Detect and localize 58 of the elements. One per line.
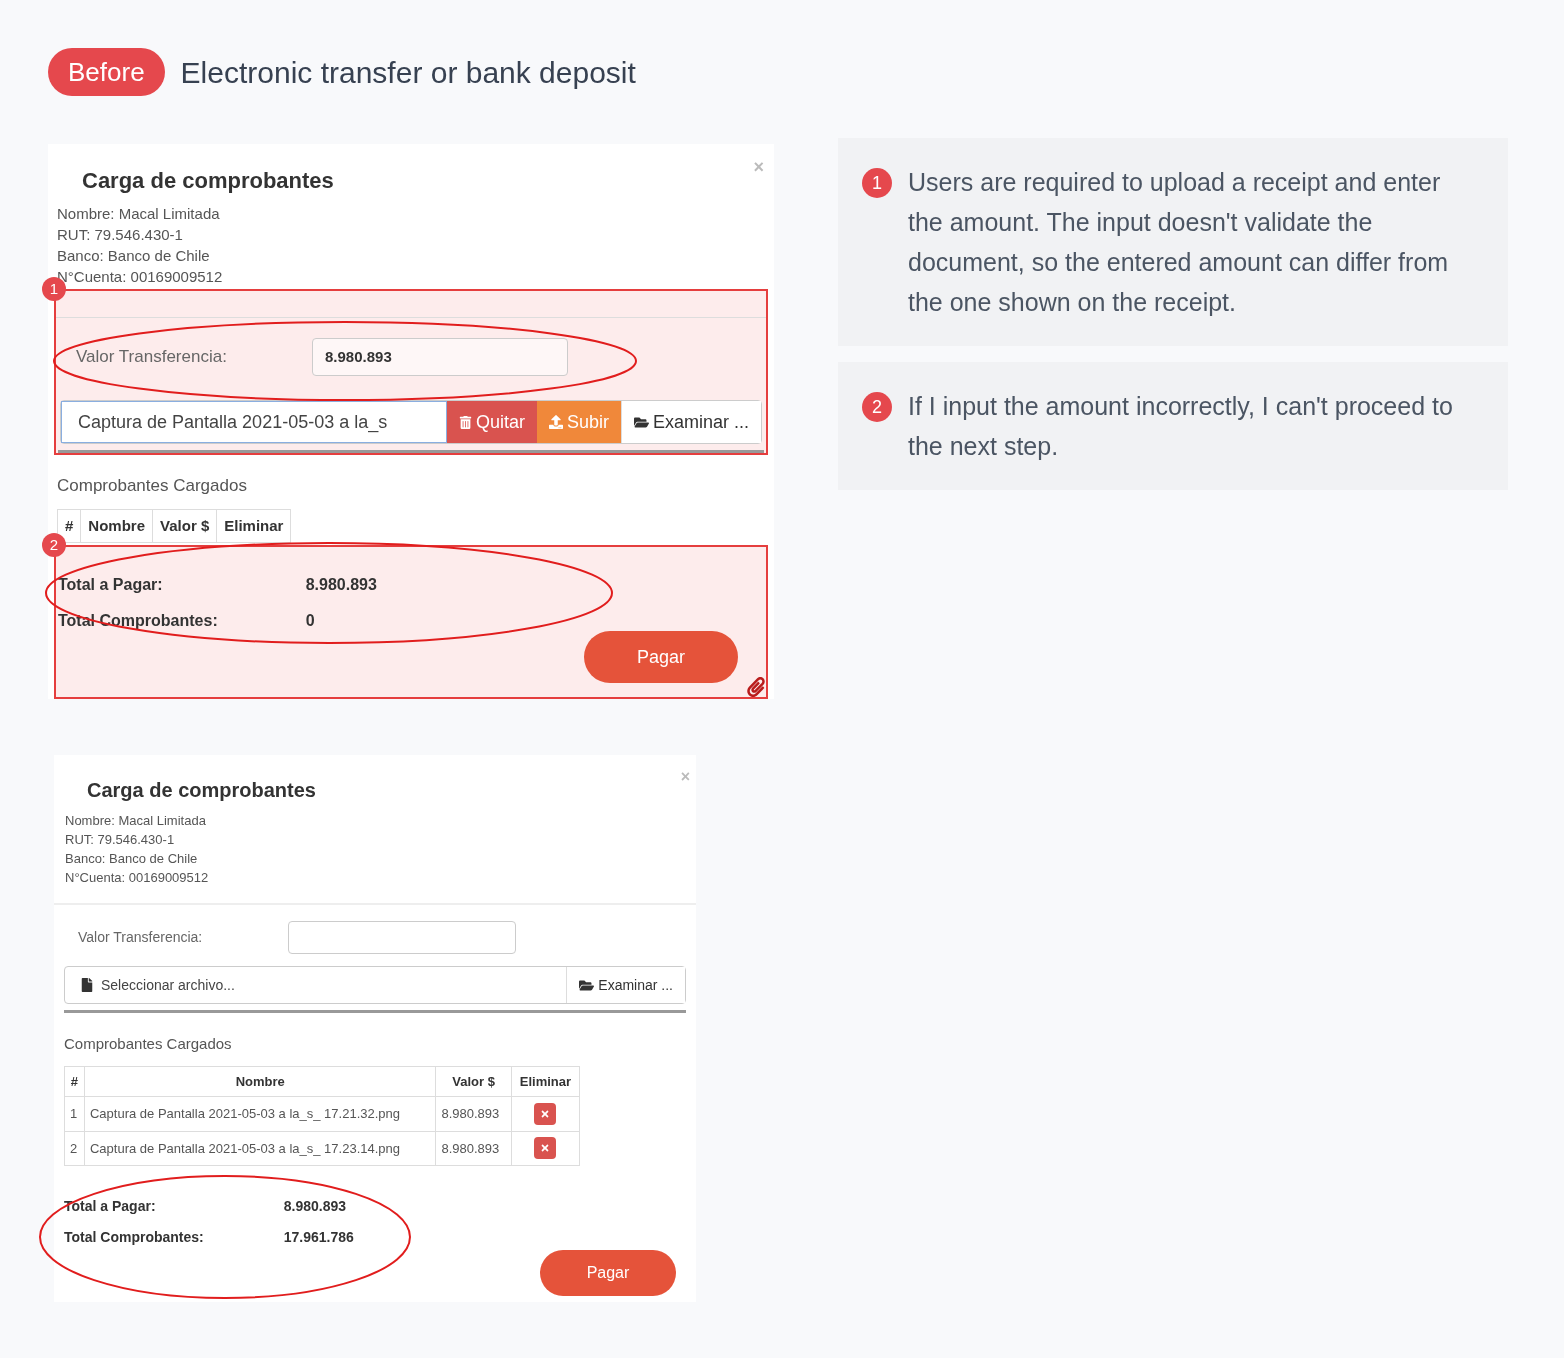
file-field[interactable]: Captura de Pantalla 2021-05-03 a la_s [61,401,447,443]
account-info-line: RUT: 79.546.430-1 [65,831,176,849]
row-number: 1 [64,1096,85,1131]
column-header: Nombre [80,509,153,543]
total-value: 8.980.893 [283,1197,348,1216]
step-badge: 1 [862,168,892,198]
upload-button[interactable]: Subir [536,401,621,443]
file-name-cell: Captura de Pantalla 2021-05-03 a la_s_ 17.21.32.png [84,1096,436,1131]
upload-icon [548,415,563,429]
browse-button[interactable]: Examinar ... [620,401,761,443]
total-label: Total Comprobantes: [58,611,218,631]
account-info-line: Nombre: Macal Limitada [65,812,207,830]
amount-field[interactable]: 8.980.893 [312,338,568,376]
total-value: 17.961.786 [283,1228,354,1247]
amount-label: Valor Transferencia: [78,928,204,947]
column-header: # [64,1066,85,1097]
total-label: Total a Pagar: [64,1197,157,1216]
delete-button[interactable] [534,1102,557,1125]
pay-button[interactable]: Pagar [540,1250,676,1296]
column-header: Eliminar [216,509,291,543]
account-info-line: Banco: Banco de Chile [65,850,199,868]
column-header: Valor $ [435,1066,512,1097]
account-info-line: N°Cuenta: 00169009512 [65,869,210,887]
trash-icon [458,415,472,429]
amount-cell: 8.980.893 [435,1096,512,1131]
pay-button[interactable]: Pagar [584,631,738,683]
row-number: 2 [64,1131,85,1166]
section-title: Comprobantes Cargados [64,1034,233,1054]
x-icon [540,1143,551,1154]
step-badge: 2 [862,392,892,422]
amount-cell: 8.980.893 [435,1131,512,1166]
column-header: Valor $ [152,509,217,543]
step-badge: 2 [42,533,66,557]
amount-field[interactable] [288,921,516,954]
account-info-line: Nombre: Macal Limitada [57,204,221,224]
paperclip-icon [746,677,766,697]
account-info-line: Banco: Banco de Chile [57,246,211,266]
file-name-cell: Captura de Pantalla 2021-05-03 a la_s_ 17.23.14.png [84,1131,436,1166]
dialog-title: Carga de comprobantes [87,778,316,803]
page-title: Electronic transfer or bank deposit [180,54,636,91]
column-header: Eliminar [511,1066,580,1097]
file-name: Captura de Pantalla 2021-05-03 a la_s [78,410,388,435]
amount-label: Valor Transferencia: [76,346,228,369]
column-header: Nombre [84,1066,436,1097]
delete-button[interactable] [534,1137,557,1160]
account-info-line: N°Cuenta: 00169009512 [57,267,224,285]
section-title: Comprobantes Cargados [57,475,248,497]
dialog-title: Carga de comprobantes [82,167,334,195]
before-badge: Before [48,48,165,96]
account-info-line: RUT: 79.546.430-1 [57,225,184,245]
remove-button[interactable]: Quitar [446,401,537,443]
total-label: Total a Pagar: [58,575,164,595]
note-text: If I input the amount incorrectly, I can't proceed to the next step. [908,391,1454,462]
x-icon [540,1108,551,1119]
note-text: Users are required to upload a receipt and enter the amount. The input doesn't validate the document, so the entered amount can differ from the one shown on the receipt. [908,167,1450,318]
total-value: 0 [305,611,316,631]
total-label: Total Comprobantes: [64,1228,204,1247]
total-value: 8.980.893 [305,575,377,595]
